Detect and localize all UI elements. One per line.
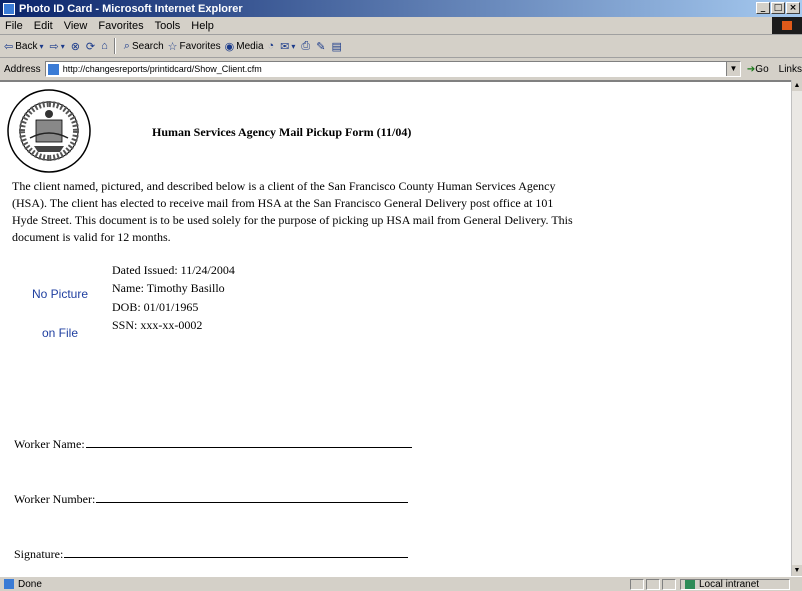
refresh-button[interactable]: ⟳	[86, 40, 97, 53]
maximize-button[interactable]: □	[771, 2, 785, 14]
mail-icon: ✉	[280, 40, 290, 53]
print-button[interactable]: ⎙	[301, 40, 312, 53]
edit-button[interactable]: ✎	[316, 40, 327, 53]
no-picture-text-2: on File	[41, 326, 79, 340]
home-icon: ⌂	[101, 40, 108, 52]
search-label: Search	[131, 40, 164, 52]
vertical-scrollbar[interactable]: ▲ ▼	[791, 80, 802, 576]
client-name: Name: Timothy Basillo	[112, 281, 225, 295]
security-zone: Local intranet	[680, 578, 790, 590]
menu-edit[interactable]: Edit	[34, 20, 53, 32]
edit-icon: ✎	[316, 40, 326, 53]
media-button[interactable]: ◉ Media	[225, 40, 264, 53]
media-label: Media	[236, 40, 264, 52]
toolbar-separator	[113, 38, 116, 54]
address-input[interactable]: http://changesreports/printidcard/Show_C…	[44, 61, 741, 77]
menu-view[interactable]: View	[64, 20, 88, 32]
window-controls: _ □ ×	[756, 2, 800, 14]
go-label: Go	[755, 63, 769, 75]
links-button[interactable]: Links	[779, 64, 802, 75]
discuss-button[interactable]: ▤	[331, 40, 343, 53]
close-button[interactable]: ×	[786, 2, 800, 14]
title-bar: Photo ID Card - Microsoft Internet Explo…	[0, 0, 802, 17]
intro-paragraph: The client named, pictured, and describe…	[12, 179, 573, 244]
dropdown-icon: ▾	[291, 41, 296, 51]
media-icon: ◉	[224, 40, 235, 53]
menu-file[interactable]: File	[5, 20, 23, 32]
intranet-icon	[685, 579, 695, 589]
signature-line	[64, 556, 409, 558]
dropdown-icon: ▾	[60, 41, 65, 51]
search-button[interactable]: ⌕ Search	[124, 40, 164, 53]
stop-icon: ⊗	[70, 40, 80, 53]
history-button[interactable]: ◔	[268, 40, 277, 52]
status-bar: Done Local intranet	[0, 576, 802, 591]
forward-arrow-icon: ⇨	[49, 40, 59, 53]
favorites-button[interactable]: ☆ Favorites	[168, 40, 221, 53]
menu-bar: File Edit View Favorites Tools Help	[0, 17, 802, 35]
favorites-label: Favorites	[179, 40, 221, 52]
mail-button[interactable]: ✉ ▾	[280, 40, 297, 53]
back-arrow-icon: ⇦	[4, 40, 14, 53]
dropdown-icon: ▾	[39, 41, 44, 51]
status-done: Done	[4, 579, 628, 590]
refresh-icon: ⟳	[85, 40, 96, 53]
scroll-down-icon[interactable]: ▼	[792, 565, 802, 576]
status-panel	[646, 578, 660, 590]
worker-number-label: Worker Number:	[14, 492, 96, 506]
ie-icon	[3, 2, 15, 15]
page-content: Human Services Agency Mail Pickup Form (…	[0, 80, 791, 576]
address-label: Address	[4, 63, 41, 75]
minimize-button[interactable]: _	[756, 2, 770, 14]
page-icon	[47, 63, 59, 75]
form-title: Human Services Agency Mail Pickup Form (…	[152, 125, 412, 139]
date-issued: Dated Issued: 11/24/2004	[112, 263, 235, 277]
windows-logo-icon	[772, 17, 802, 34]
zone-text: Local intranet	[699, 578, 760, 590]
client-dob: DOB: 01/01/1965	[112, 300, 199, 314]
back-button[interactable]: ⇦ Back ▾	[4, 40, 45, 53]
menu-help[interactable]: Help	[191, 20, 214, 32]
page-done-icon	[4, 579, 14, 589]
window-title: Photo ID Card - Microsoft Internet Explo…	[19, 2, 243, 15]
worker-name-field: Worker Name:	[14, 437, 412, 452]
forward-button[interactable]: ⇨ ▾	[49, 40, 66, 53]
status-panel	[662, 578, 676, 590]
worker-name-line	[85, 446, 412, 448]
signature-field: Signature:	[14, 547, 409, 562]
client-ssn: SSN: xxx-xx-0002	[112, 318, 203, 332]
back-label: Back	[15, 40, 38, 52]
toolbar: ⇦ Back ▾ ⇨ ▾ ⊗ ⟳ ⌂ ⌕ Search ☆ Favorites ◉ Medi…	[0, 35, 802, 58]
history-icon: ◔	[267, 40, 275, 52]
address-bar: Address http://changesreports/printidcar…	[0, 58, 802, 80]
scroll-up-icon[interactable]: ▲	[792, 80, 802, 91]
address-dropdown-icon[interactable]: ▼	[725, 62, 740, 76]
no-picture-text-1: No Picture	[31, 287, 89, 301]
menu-tools[interactable]: Tools	[155, 20, 181, 32]
worker-number-field: Worker Number:	[14, 492, 409, 507]
favorites-icon: ☆	[167, 40, 178, 53]
print-icon: ⎙	[301, 39, 311, 52]
worker-number-line	[96, 501, 409, 503]
worker-name-label: Worker Name:	[14, 437, 85, 451]
home-button[interactable]: ⌂	[101, 40, 110, 52]
stop-button[interactable]: ⊗	[71, 40, 82, 53]
discuss-icon: ▤	[331, 40, 342, 53]
status-panel	[630, 578, 644, 590]
county-seal-icon	[7, 89, 91, 173]
search-icon: ⌕	[123, 39, 130, 52]
status-text: Done	[18, 578, 42, 590]
menu-favorites[interactable]: Favorites	[98, 20, 143, 32]
address-url: http://changesreports/printidcard/Show_C…	[62, 64, 262, 74]
go-button[interactable]: ➔Go	[747, 64, 769, 75]
signature-label: Signature:	[14, 547, 64, 561]
